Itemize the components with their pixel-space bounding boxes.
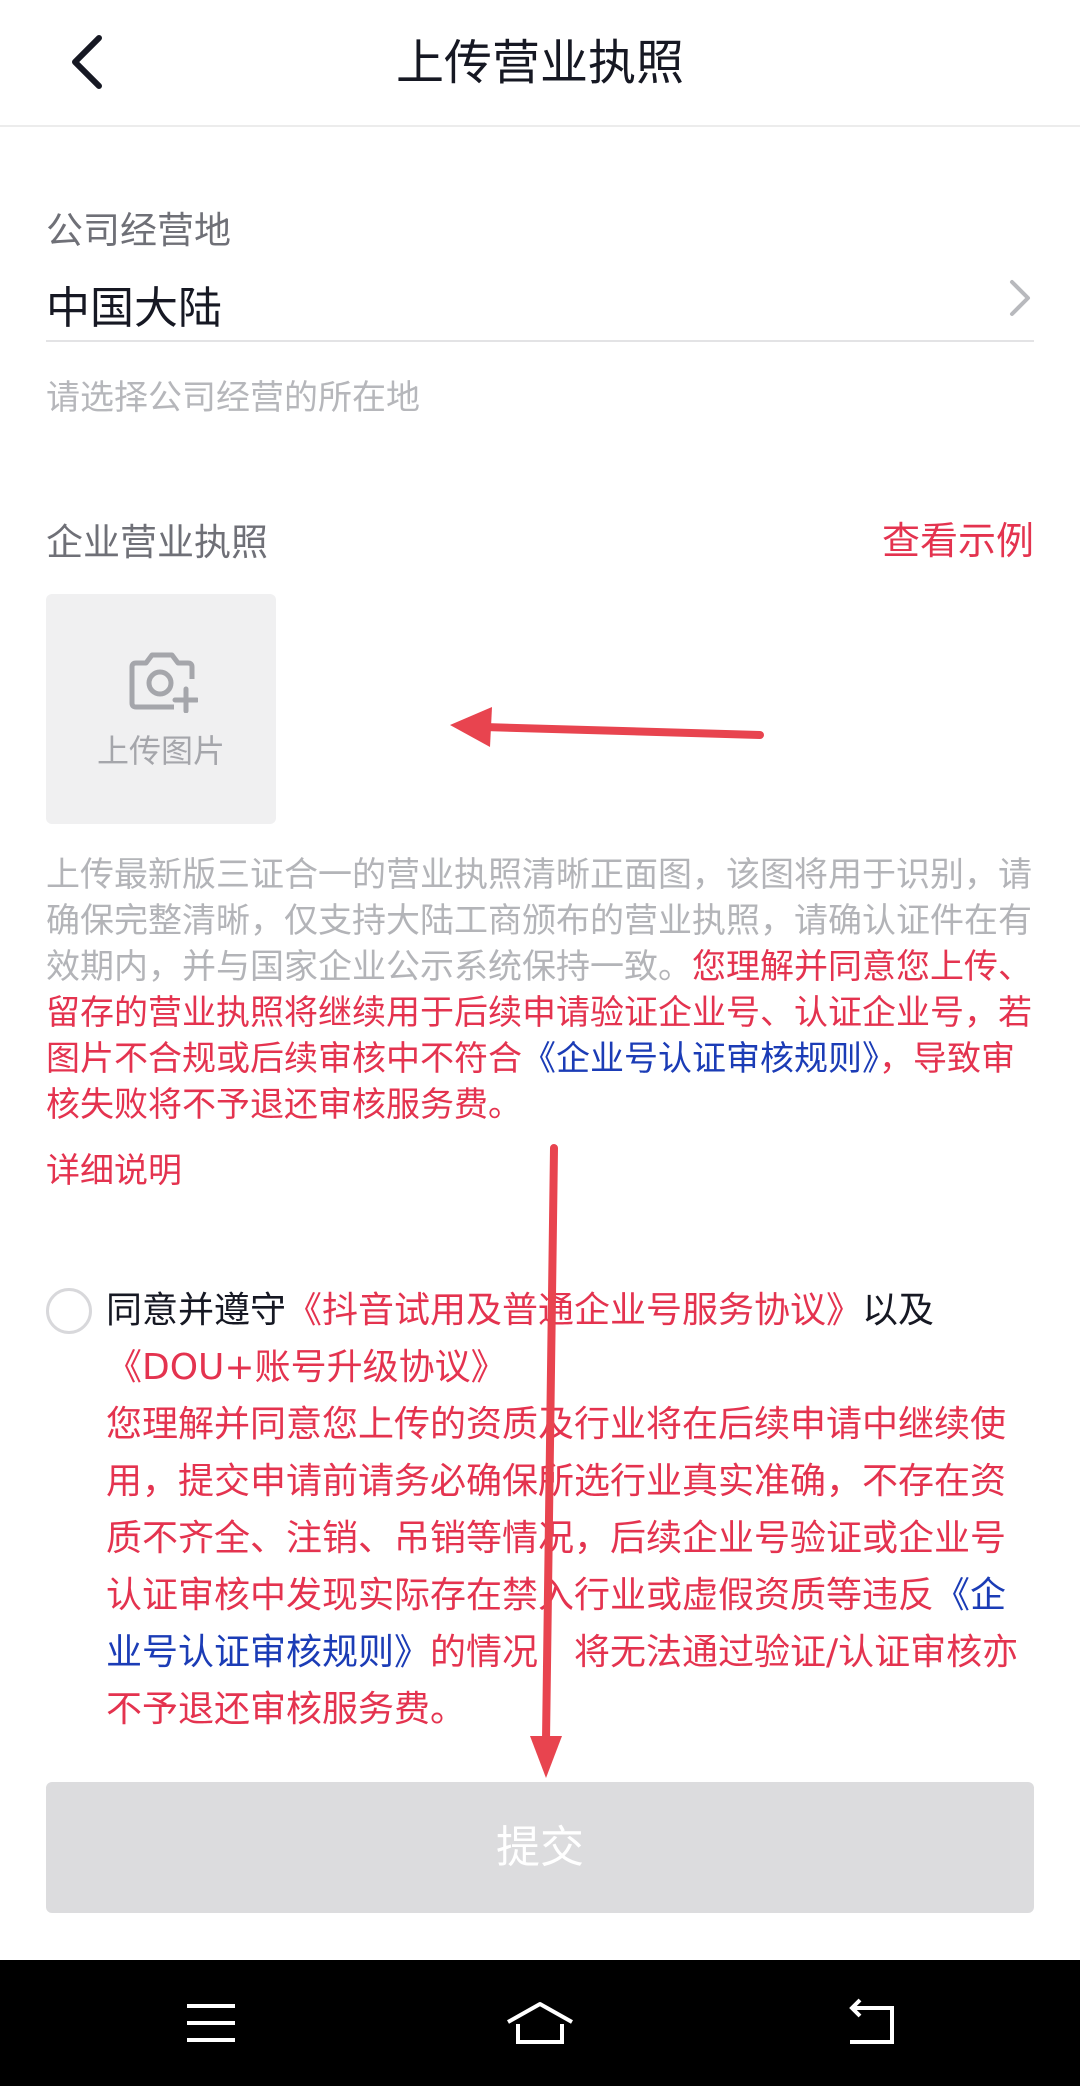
back-icon[interactable] — [840, 1998, 900, 2048]
dou-upgrade-agreement-link[interactable]: 《DOU+账号升级协议》 — [106, 1347, 507, 1388]
chevron-right-icon — [1010, 280, 1030, 316]
upload-image-label: 上传图片 — [96, 732, 225, 770]
annotation-arrow-left — [450, 707, 764, 747]
top-bar: 上传营业执照 — [0, 0, 1080, 127]
agree-checkbox[interactable] — [46, 1288, 92, 1334]
home-icon[interactable] — [504, 1998, 576, 2048]
location-value: 中国大陆 — [46, 283, 222, 334]
menu-icon[interactable] — [181, 1998, 241, 2048]
license-description: 上传最新版三证合一的营业执照清晰正面图，该图将用于识别，请确保完整清晰，仅支持大… — [46, 852, 1036, 1128]
page-title: 上传营业执照 — [395, 35, 684, 91]
license-label: 企业营业执照 — [46, 521, 268, 564]
camera-plus-icon — [129, 652, 198, 713]
agreement-middle: 以及 — [862, 1290, 935, 1331]
upload-image-button[interactable]: 上传图片 — [46, 594, 276, 824]
location-label: 公司经营地 — [46, 209, 231, 252]
agreement-note: 您理解并同意您上传的资质及行业将在后续申请中继续使用，提交申请前请务必确保所选行… — [106, 1396, 1036, 1738]
location-selector[interactable]: 中国大陆 — [46, 262, 1034, 342]
view-example-link[interactable]: 查看示例 — [882, 510, 1034, 565]
service-agreement-link[interactable]: 《抖音试用及普通企业号服务协议》 — [286, 1290, 862, 1331]
system-nav-bar — [0, 1960, 1080, 2086]
location-hint: 请选择公司经营的所在地 — [46, 378, 420, 418]
submit-button[interactable]: 提交 — [46, 1782, 1034, 1913]
agreement-text: 同意并遵守《抖音试用及普通企业号服务协议》以及 《DOU+账号升级协议》 您理解… — [106, 1282, 1036, 1738]
agreement-prefix: 同意并遵守 — [106, 1290, 287, 1331]
rules-link[interactable]: 《企业号认证审核规则》 — [522, 1039, 879, 1079]
agreement-note-text: 您理解并同意您上传的资质及行业将在后续申请中继续使用，提交申请前请务必确保所选行… — [106, 1404, 1007, 1616]
detail-link[interactable]: 详细说明 — [46, 1143, 182, 1192]
